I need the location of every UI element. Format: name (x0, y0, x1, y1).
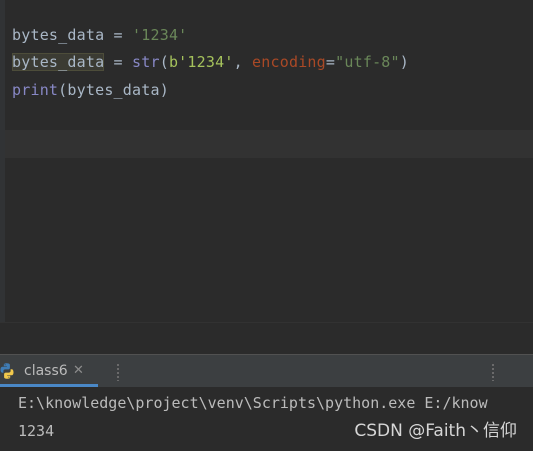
close-icon[interactable]: ✕ (73, 355, 84, 387)
editor-panel-splitter[interactable] (0, 322, 533, 355)
builtin-function: str (132, 53, 160, 71)
code-line-1[interactable]: bytes_data = '1234' (12, 23, 187, 47)
code-editor[interactable]: bytes_data = '1234' bytes_data = str(b'1… (0, 0, 533, 322)
console-command-line: E:\knowledge\project\venv\Scripts\python… (18, 394, 488, 412)
code-line-2[interactable]: bytes_data = str(b'1234', encoding="utf-… (12, 50, 409, 74)
run-tab-label: class6 (24, 363, 68, 379)
console-output-line: 1234 (18, 422, 55, 440)
close-paren: ) (159, 81, 169, 99)
run-tab-class6[interactable]: class6 ✕ (0, 355, 98, 387)
variable-token: bytes_data (67, 81, 160, 99)
operator-token: = (104, 53, 133, 71)
close-paren: ) (399, 53, 409, 71)
current-line-highlight (5, 130, 533, 158)
variable-token: bytes_data (12, 26, 105, 44)
bytes-literal: b'1234' (168, 53, 234, 71)
string-literal: "utf-8" (335, 53, 400, 71)
ide-window: bytes_data = '1234' bytes_data = str(b'1… (0, 0, 533, 451)
code-line-3[interactable]: print(bytes_data) (12, 78, 169, 102)
python-icon (0, 363, 14, 379)
open-paren: ( (159, 53, 169, 71)
builtin-function: print (12, 81, 59, 99)
drag-handle-icon[interactable] (117, 363, 119, 381)
equals-token: = (325, 53, 336, 71)
open-paren: ( (58, 81, 68, 99)
editor-gutter (0, 0, 5, 322)
variable-token-highlighted: bytes_data (12, 53, 105, 71)
watermark: CSDN @Faith丶信仰 (354, 421, 517, 441)
run-tab-bar: class6 ✕ (0, 354, 533, 387)
string-literal: '1234' (132, 26, 188, 44)
comma-token: , (233, 53, 253, 71)
keyword-argument: encoding (252, 53, 326, 71)
operator-token: = (104, 26, 133, 44)
drag-handle-icon[interactable] (492, 363, 494, 381)
